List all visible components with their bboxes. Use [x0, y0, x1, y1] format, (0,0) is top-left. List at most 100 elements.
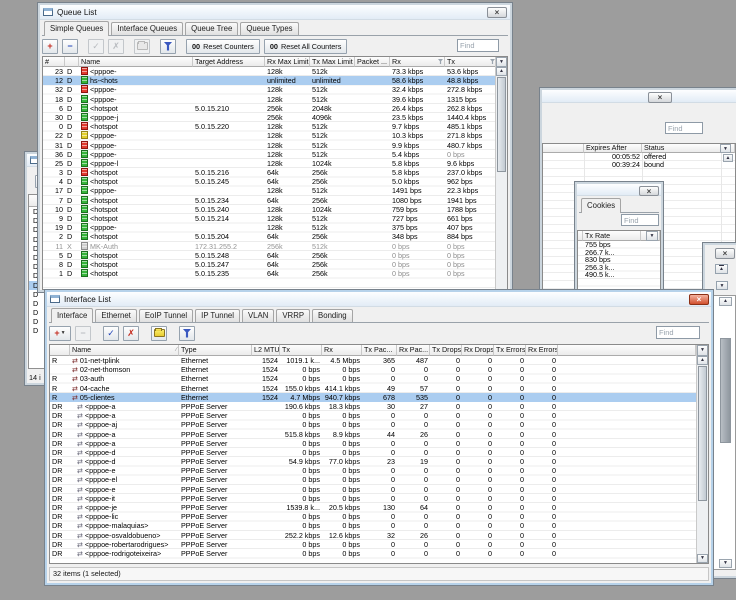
tab-interface-queues[interactable]: Interface Queues: [111, 22, 184, 35]
table-row[interactable]: 31 D <pppoe- 128k 512k 9.9 kbps 480.7 kbps: [43, 140, 495, 150]
close-button[interactable]: ×: [487, 7, 507, 18]
table-row[interactable]: R ⇄ 04-cache Ethernet 1524 155.0 kbps 414.1 kb…: [50, 384, 696, 393]
table-row[interactable]: DR ⇄ <pppoe-rodrigoteixeira> PPPoE Server 0 …: [50, 549, 696, 558]
find-input[interactable]: [457, 39, 499, 52]
column-header-tx[interactable]: Tx: [280, 345, 322, 356]
table-row[interactable]: DR ⇄ <pppoe-d PPPoE Server 0 bps 0 bps 0 0 0 0 0 0: [50, 448, 696, 457]
column-dropdown-button[interactable]: ▼: [496, 57, 507, 67]
tab-ip-tunnel[interactable]: IP Tunnel: [195, 309, 240, 322]
remove-button[interactable]: −: [75, 325, 91, 341]
table-row[interactable]: 0 D <hotspot 5.0.15.220 128k 512k 9.7 kbps 485.…: [43, 122, 495, 131]
filter-button[interactable]: [160, 38, 176, 54]
column-header-target-address[interactable]: Target Address: [193, 57, 265, 67]
table-row[interactable]: 12 Dhs-<hots unlimited unlimited 58.6 kbps 48…: [43, 76, 495, 86]
table-row[interactable]: DR ⇄ <pppoe-malaquias> PPPoE Server 0 bps 0 b…: [50, 521, 696, 530]
column-dropdown-button[interactable]: ▼: [697, 345, 708, 356]
column-header-rx[interactable]: Rx: [322, 345, 362, 356]
table-row[interactable]: 36 D <pppoe- 128k 512k 5.4 kbps 0 bps: [43, 149, 495, 159]
comment-button[interactable]: [151, 325, 167, 341]
table-row[interactable]: 11 X MK-Auth 172.31.255.2 256k 512k 0 bps 0 bps: [43, 241, 495, 251]
column-header-name[interactable]: Name: [79, 57, 193, 67]
tab-vrrp[interactable]: VRRP: [276, 309, 311, 322]
tab-cookies[interactable]: Cookies: [581, 198, 622, 213]
table-row[interactable]: DR ⇄ <pppoe-d PPPoE Server 54.9 kbps 77.0 kbp…: [50, 457, 696, 466]
column-header-expires-after[interactable]: Expires After: [584, 144, 642, 153]
table-row[interactable]: 9 D <hotspot 5.0.15.214 128k 512k 727 bps 661 b…: [43, 214, 495, 223]
close-button[interactable]: ×: [648, 92, 672, 103]
column-dropdown-button[interactable]: ▼: [720, 144, 731, 153]
table-row[interactable]: DR ⇄ <pppoe-je PPPoE Server 1539.8 k... 20.5 …: [50, 503, 696, 512]
table-row[interactable]: DR ⇄ <pppoe-a PPPoE Server 190.6 kbps 18.3 kb…: [50, 402, 696, 411]
table-row[interactable]: DR ⇄ <pppoe-a PPPoE Server 0 bps 0 bps 0 0 0 0 0 0: [50, 439, 696, 448]
tab-simple-queues[interactable]: Simple Queues: [44, 21, 110, 36]
table-row[interactable]: 266.7 k...: [578, 249, 660, 257]
scrollbar-thumb[interactable]: [497, 77, 506, 172]
scroll-up-button[interactable]: ▲: [723, 154, 733, 162]
table-row[interactable]: DR ⇄ <pppoe-el PPPoE Server 0 bps 0 bps 0 0 0 0 0 0: [50, 475, 696, 484]
tab-vlan[interactable]: VLAN: [241, 309, 275, 322]
scrollbar-thumb[interactable]: [720, 338, 731, 443]
table-row[interactable]: 17 D <pppoe- 128k 512k 1491 bps 22.3 kbps: [43, 186, 495, 195]
table-row[interactable]: DR ⇄ <pppoe-e PPPoE Server 0 bps 0 bps 0 0 0 0 0 0: [50, 466, 696, 475]
column-header-rx-drops[interactable]: Rx Drops: [462, 345, 494, 356]
table-row[interactable]: 8 D <hotspot 5.0.15.247 64k 256k 0 bps 0 bps: [43, 259, 495, 269]
table-row[interactable]: ⇄ 02-net-thomson Ethernet 1524 0 bps 0 bps 0 0 0…: [50, 365, 696, 374]
table-row[interactable]: DR ⇄ <pppoe-lic PPPoE Server 0 bps 0 bps 0 0 0 0 0…: [50, 512, 696, 521]
column-header-tx-errors[interactable]: Tx Errors: [494, 345, 526, 356]
comment-button[interactable]: [134, 38, 150, 54]
column-header-col[interactable]: [65, 57, 79, 67]
scroll-down-button[interactable]: ▼: [697, 554, 708, 563]
table-row[interactable]: 18 D <pppoe- 128k 512k 39.6 kbps 1315 bps: [43, 94, 495, 104]
table-row[interactable]: 755 bps: [578, 241, 660, 249]
column-header-rx-errors[interactable]: Rx Errors: [526, 345, 558, 356]
tab-queue-tree[interactable]: Queue Tree: [185, 22, 239, 35]
tab-ethernet[interactable]: Ethernet: [95, 309, 137, 322]
close-button[interactable]: ×: [689, 294, 709, 305]
column-dropdown-button[interactable]: ▼: [716, 281, 728, 290]
interface-list-titlebar[interactable]: Interface List: [47, 292, 711, 307]
column-header-col[interactable]: [50, 345, 70, 356]
table-row[interactable]: 30 D <pppoe-j 256k 4096k 23.5 kbps 1440.4 kbps: [43, 112, 495, 122]
tab-eoip-tunnel[interactable]: EoIP Tunnel: [138, 309, 194, 322]
tab-bonding[interactable]: Bonding: [312, 309, 353, 322]
scroll-up-button[interactable]: ▲: [719, 297, 732, 306]
column-header-rx[interactable]: Rx: [390, 57, 445, 67]
table-row[interactable]: DR ⇄ <pppoe-aj PPPoE Server 0 bps 0 bps 0 0 0 0 0 0: [50, 420, 696, 429]
table-row[interactable]: DR ⇄ <pppoe-robertarodrigues> PPPoE Server 0…: [50, 540, 696, 549]
table-row[interactable]: DR ⇄ <pppoe-e PPPoE Server 0 bps 0 bps 0 0 0 0 0 0: [50, 485, 696, 494]
find-input[interactable]: [665, 122, 703, 134]
column-header-tx-pac[interactable]: Tx Pac...: [362, 345, 397, 356]
scroll-top-button[interactable]: ▲: [715, 264, 728, 274]
table-row[interactable]: 3 D <hotspot 5.0.15.216 64k 256k 5.8 kbps 237.0…: [43, 168, 495, 177]
column-header-tx-drops[interactable]: Tx Drops: [430, 345, 462, 356]
column-dropdown-button[interactable]: ▼: [646, 231, 658, 241]
table-row[interactable]: DR ⇄ <pppoe-osvaldobueno> PPPoE Server 252.2…: [50, 531, 696, 540]
table-row[interactable]: 00:05:52 offered: [543, 153, 735, 161]
column-header-status[interactable]: Status: [642, 144, 721, 153]
reset-counters-button[interactable]: 00 Reset Counters: [186, 38, 260, 54]
column-header-col[interactable]: [543, 144, 584, 153]
table-row[interactable]: 22 D <pppoe- 128k 512k 10.3 kbps 271.8 kbps: [43, 131, 495, 140]
table-row[interactable]: 4 D <hotspot 5.0.15.245 64k 256k 5.0 kbps 962 b…: [43, 177, 495, 186]
table-row[interactable]: 1 D <hotspot 5.0.15.235 64k 256k 0 bps 0 bps: [43, 269, 495, 278]
column-header-rx-pac[interactable]: Rx Pac...: [397, 345, 430, 356]
table-row[interactable]: R ⇄ 03-auth Ethernet 1524 0 bps 0 bps 0 0 0 0 0 0: [50, 374, 696, 383]
add-button[interactable]: +: [42, 38, 58, 54]
close-button[interactable]: ×: [715, 248, 735, 259]
add-button[interactable]: + ▼: [49, 325, 71, 341]
column-header-tx-rate[interactable]: Tx Rate: [583, 231, 641, 241]
column-header-rx-max-limit[interactable]: Rx Max Limit: [265, 57, 310, 67]
queue-list-titlebar[interactable]: Queue List: [40, 5, 510, 20]
tab-interface[interactable]: Interface: [51, 308, 94, 323]
table-row[interactable]: R ⇄ 01-net-tplink Ethernet 1524 1019.1 k... 4.…: [50, 356, 696, 365]
close-button[interactable]: ×: [639, 186, 659, 196]
table-row[interactable]: DR ⇄ <pppoe-a PPPoE Server 0 bps 0 bps 0 0 0 0 0 0: [50, 411, 696, 420]
column-header-name[interactable]: Name ∕: [70, 345, 179, 356]
table-row[interactable]: DR ⇄ <pppoe-a PPPoE Server 515.8 kbps 8.9 kbp…: [50, 430, 696, 439]
tab-queue-types[interactable]: Queue Types: [240, 22, 299, 35]
table-row[interactable]: 256.3 k...: [578, 264, 660, 272]
filter-button[interactable]: [179, 325, 195, 341]
table-row[interactable]: 32 D <pppoe- 128k 512k 32.4 kbps 272.8 kbps: [43, 85, 495, 94]
table-row[interactable]: 6 D <hotspot 5.0.15.210 256k 2048k 26.4 kbps 26…: [43, 103, 495, 113]
table-row[interactable]: DR ⇄ <pppoe-it PPPoE Server 0 bps 0 bps 0 0 0 0 0 0: [50, 494, 696, 503]
